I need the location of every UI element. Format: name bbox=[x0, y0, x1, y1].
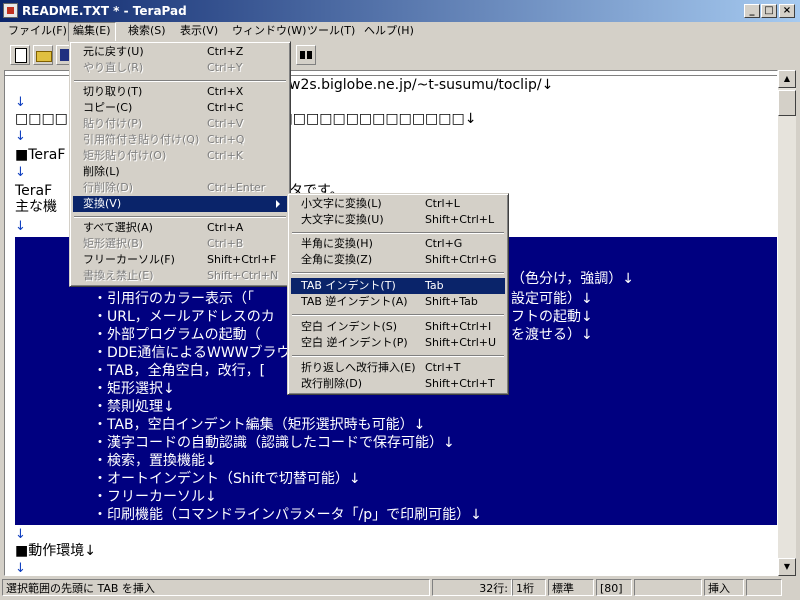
newline-mark: ↓ bbox=[15, 165, 26, 180]
app-icon[interactable] bbox=[3, 3, 18, 18]
selected-line: ・オートインデント（Shiftで切替可能）↓ bbox=[93, 471, 361, 487]
menu-item-to-halfwidth[interactable]: 半角に変換(H) Ctrl+G bbox=[291, 236, 505, 252]
menu-item-rect-paste[interactable]: 矩形貼り付け(O) Ctrl+K bbox=[73, 148, 287, 164]
editor-line: ■動作環境↓ bbox=[15, 543, 96, 559]
menu-item-select-all[interactable]: すべて選択(A) Ctrl+A bbox=[73, 220, 287, 236]
menu-bar: ファイル(F) 編集(E) 検索(S) 表示(V) ウィンドウ(W) ツール(T… bbox=[0, 22, 800, 42]
new-file-icon[interactable] bbox=[10, 45, 30, 65]
menu-item-tab-unindent[interactable]: TAB 逆インデント(A) Shift+Tab bbox=[291, 294, 505, 310]
menu-separator bbox=[292, 314, 504, 316]
menu-item-to-uppercase[interactable]: 大文字に変換(U) Shift+Ctrl+L bbox=[291, 212, 505, 228]
status-encoding: 標準 bbox=[548, 579, 594, 596]
editor-line: 主な機 bbox=[15, 199, 57, 215]
menu-item-undo[interactable]: 元に戻す(U) Ctrl+Z bbox=[73, 44, 287, 60]
menu-item-redo[interactable]: やり直し(R) Ctrl+Y bbox=[73, 60, 287, 76]
selected-line: フトの起動↓ bbox=[511, 309, 593, 325]
minimize-button[interactable]: _ bbox=[744, 4, 760, 18]
menu-item-to-fullwidth[interactable]: 全角に変換(Z) Shift+Ctrl+G bbox=[291, 252, 505, 268]
newline-mark: ↓ bbox=[15, 219, 26, 234]
newline-mark: ↓ bbox=[15, 527, 26, 542]
menu-help[interactable]: ヘルプ(H) bbox=[360, 22, 418, 40]
status-column: 1桁 bbox=[512, 579, 546, 596]
menu-separator bbox=[292, 272, 504, 274]
convert-submenu: 小文字に変換(L) Ctrl+L 大文字に変換(U) Shift+Ctrl+L 半角… bbox=[287, 193, 509, 395]
menu-item-tab-indent[interactable]: TAB インデント(T) Tab bbox=[291, 278, 505, 294]
menu-item-space-unindent[interactable]: 空白 逆インデント(P) Shift+Ctrl+U bbox=[291, 335, 505, 351]
selected-line: ・外部プログラムの起動（ bbox=[93, 327, 261, 343]
status-blank bbox=[634, 579, 702, 596]
submenu-arrow-icon bbox=[276, 200, 280, 208]
menu-item-delete[interactable]: 削除(L) bbox=[73, 164, 287, 180]
selected-line: ・禁則処理↓ bbox=[93, 399, 175, 415]
status-line: 32行: bbox=[432, 579, 512, 596]
scroll-down-icon[interactable]: ▼ bbox=[778, 558, 796, 576]
status-mode: 挿入 bbox=[704, 579, 744, 596]
window-title: README.TXT * - TeraPad bbox=[22, 4, 187, 18]
selected-line: ・TAB，全角空白，改行，[ bbox=[93, 363, 266, 379]
newline-mark: ↓ bbox=[15, 95, 26, 110]
editor-line: ■TeraF bbox=[15, 147, 66, 163]
title-bar: README.TXT * - TeraPad _ □ × bbox=[0, 0, 800, 22]
close-button[interactable]: × bbox=[779, 4, 795, 18]
status-message: 選択範囲の先頭に TAB を挿入 bbox=[2, 579, 430, 596]
menu-item-space-indent[interactable]: 空白 インデント(S) Shift+Ctrl+I bbox=[291, 319, 505, 335]
menu-separator bbox=[292, 355, 504, 357]
vertical-scrollbar[interactable]: ▲ ▼ bbox=[778, 70, 796, 576]
editor-line: w2s.biglobe.ne.jp/~t-susumu/toclip/↓ bbox=[289, 77, 554, 93]
status-bar: 選択範囲の先頭に TAB を挿入 32行: 1桁 標準 [80] 挿入 bbox=[0, 577, 800, 600]
menu-item-readonly[interactable]: 書換え禁止(E) Shift+Ctrl+N bbox=[73, 268, 287, 284]
newline-mark: ↓ bbox=[15, 129, 26, 144]
status-width: [80] bbox=[596, 579, 632, 596]
selected-line: ・フリーカーソル↓ bbox=[93, 489, 217, 505]
menu-item-rect-select[interactable]: 矩形選択(B) Ctrl+B bbox=[73, 236, 287, 252]
menu-item-convert[interactable]: 変換(V) bbox=[73, 196, 287, 212]
scroll-thumb[interactable] bbox=[778, 90, 796, 116]
selected-line: ・TAB，空白インデント編集（矩形選択時も可能）↓ bbox=[93, 417, 426, 433]
menu-view[interactable]: 表示(V) bbox=[176, 22, 222, 40]
status-blank-2 bbox=[746, 579, 782, 596]
menu-item-paste[interactable]: 貼り付け(P) Ctrl+V bbox=[73, 116, 287, 132]
editor-line: TeraF bbox=[15, 183, 53, 199]
menu-edit[interactable]: 編集(E) bbox=[68, 22, 116, 42]
menu-item-insert-wrap-newline[interactable]: 折り返しへ改行挿入(E) Ctrl+T bbox=[291, 360, 505, 376]
selected-line: を渡せる）↓ bbox=[511, 327, 593, 343]
menu-separator bbox=[74, 80, 286, 82]
selected-line: ・引用行のカラー表示（「 bbox=[93, 291, 254, 307]
selected-line: ・URL，メールアドレスのカ bbox=[93, 309, 275, 325]
selected-line: （色分け，強調）↓ bbox=[511, 271, 635, 287]
selected-line: ・DDE通信によるWWWブラウ bbox=[93, 345, 291, 361]
menu-tools[interactable]: ツール(T) bbox=[303, 22, 359, 40]
menu-separator bbox=[292, 232, 504, 234]
maximize-button[interactable]: □ bbox=[761, 4, 777, 18]
menu-item-free-cursor[interactable]: フリーカーソル(F) Shift+Ctrl+F bbox=[73, 252, 287, 268]
menu-file[interactable]: ファイル(F) bbox=[4, 22, 71, 40]
binoculars-icon[interactable] bbox=[296, 45, 316, 65]
selected-line: ・検索，置換機能↓ bbox=[93, 453, 217, 469]
menu-item-cut[interactable]: 切り取り(T) Ctrl+X bbox=[73, 84, 287, 100]
menu-item-delete-line[interactable]: 行削除(D) Ctrl+Enter bbox=[73, 180, 287, 196]
open-folder-icon[interactable] bbox=[33, 45, 53, 65]
scroll-up-icon[interactable]: ▲ bbox=[778, 70, 796, 88]
selected-line: ・矩形選択↓ bbox=[93, 381, 175, 397]
menu-window[interactable]: ウィンドウ(W) bbox=[228, 22, 310, 40]
selected-line: 設定可能）↓ bbox=[511, 291, 593, 307]
menu-item-quote-paste[interactable]: 引用符付き貼り付け(Q) Ctrl+Q bbox=[73, 132, 287, 148]
newline-mark: ↓ bbox=[15, 561, 26, 576]
menu-search[interactable]: 検索(S) bbox=[124, 22, 170, 40]
menu-item-remove-newline[interactable]: 改行削除(D) Shift+Ctrl+T bbox=[291, 376, 505, 392]
edit-menu: 元に戻す(U) Ctrl+Z やり直し(R) Ctrl+Y 切り取り(T) Ctrl+… bbox=[69, 41, 291, 287]
menu-item-copy[interactable]: コピー(C) Ctrl+C bbox=[73, 100, 287, 116]
selected-line: ・印刷機能（コマンドラインパラメータ「/p」で印刷可能）↓ bbox=[93, 507, 482, 523]
menu-item-to-lowercase[interactable]: 小文字に変換(L) Ctrl+L bbox=[291, 196, 505, 212]
selected-line: ・漢字コードの自動認識（認識したコードで保存可能）↓ bbox=[93, 435, 455, 451]
menu-separator bbox=[74, 216, 286, 218]
